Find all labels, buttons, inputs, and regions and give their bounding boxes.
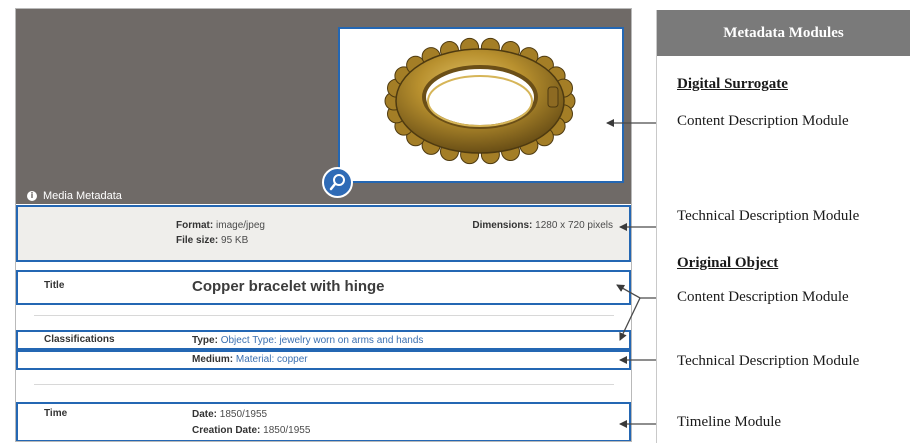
title-label: Title bbox=[44, 280, 65, 291]
medium-link[interactable]: Material: copper bbox=[236, 354, 308, 365]
media-metadata-text: Media Metadata bbox=[43, 190, 122, 202]
content-description-module-2: Content Description Module bbox=[677, 289, 849, 305]
dimensions-value: 1280 x 720 pixels bbox=[535, 220, 613, 231]
date-line: Date: 1850/1955 bbox=[192, 408, 267, 422]
zoom-in-icon bbox=[329, 174, 345, 191]
date-value: 1850/1955 bbox=[219, 409, 268, 420]
type-link[interactable]: Object Type: jewelry worn on arms and ha… bbox=[221, 335, 424, 346]
modules-panel: Metadata Modules Digital Surrogate Conte… bbox=[656, 10, 910, 443]
modules-header: Metadata Modules bbox=[657, 10, 910, 56]
classifications-row: Classifications Type: Object Type: jewel… bbox=[16, 330, 631, 350]
original-object-heading: Original Object bbox=[677, 255, 779, 271]
title-row: Title Copper bracelet with hinge bbox=[16, 270, 631, 305]
medium-line: Medium: Material: copper bbox=[192, 353, 308, 367]
dimensions-line: Dimensions: 1280 x 720 pixels bbox=[472, 219, 613, 233]
title-value: Copper bracelet with hinge bbox=[192, 278, 385, 295]
media-metadata-label[interactable]: i Media Metadata bbox=[27, 189, 122, 203]
divider bbox=[34, 315, 614, 316]
technical-description-module-1: Technical Description Module bbox=[677, 208, 860, 224]
format-label: Format: bbox=[176, 220, 214, 231]
media-viewer: i Media Metadata bbox=[16, 9, 631, 204]
medium-row: Medium: Material: copper bbox=[16, 350, 631, 370]
zoom-button[interactable] bbox=[322, 167, 353, 198]
type-line: Type: Object Type: jewelry worn on arms … bbox=[192, 334, 423, 348]
digital-surrogate-heading: Digital Surrogate bbox=[677, 76, 788, 92]
file-size-line: File size: 95 KB bbox=[176, 234, 248, 248]
info-icon: i bbox=[27, 191, 37, 201]
content-description-module-1: Content Description Module bbox=[677, 113, 849, 129]
bracelet-image bbox=[384, 37, 576, 165]
format-line: Format: image/jpeg bbox=[176, 219, 265, 233]
creation-date-label: Creation Date: bbox=[192, 425, 261, 436]
type-label: Type: bbox=[192, 335, 218, 346]
format-value: image/jpeg bbox=[216, 220, 265, 231]
classifications-label: Classifications bbox=[44, 334, 115, 345]
creation-date-value: 1850/1955 bbox=[263, 425, 311, 436]
file-size-label: File size: bbox=[176, 235, 219, 246]
creation-date-line: Creation Date: 1850/1955 bbox=[192, 424, 310, 438]
media-image-box[interactable] bbox=[338, 27, 624, 183]
record-panel: i Media Metadata Format: image/jpeg File… bbox=[15, 8, 632, 442]
time-label: Time bbox=[44, 408, 68, 419]
file-size-value: 95 KB bbox=[221, 235, 249, 246]
divider bbox=[34, 384, 614, 385]
date-label: Date: bbox=[192, 409, 218, 420]
technical-metadata-box: Format: image/jpeg File size: 95 KB Dime… bbox=[16, 205, 631, 262]
dimensions-label: Dimensions: bbox=[472, 220, 533, 231]
time-row: Time Date: 1850/1955 Creation Date: 1850… bbox=[16, 402, 631, 441]
technical-description-module-2: Technical Description Module bbox=[677, 353, 860, 369]
timeline-module: Timeline Module bbox=[677, 414, 782, 430]
medium-label: Medium: bbox=[192, 354, 234, 365]
